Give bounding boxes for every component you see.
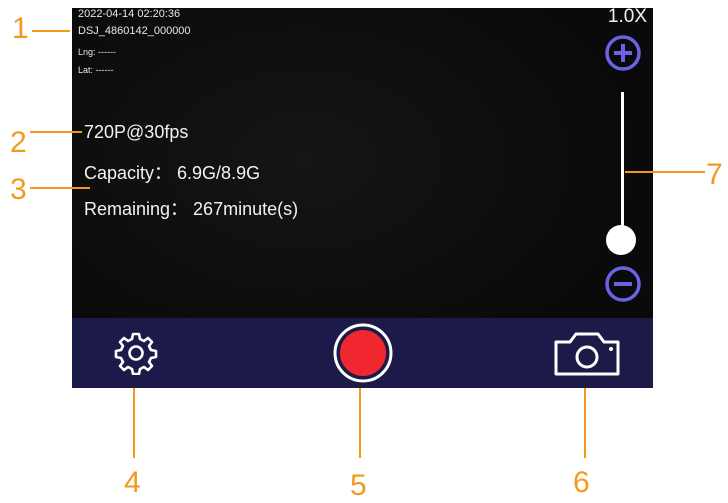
callout-7-line bbox=[625, 171, 705, 173]
callout-1-number: 1 bbox=[12, 12, 29, 45]
callout-2-number: 2 bbox=[10, 126, 27, 159]
callout-7-number: 7 bbox=[706, 158, 723, 191]
callout-1-line bbox=[32, 30, 70, 32]
zoom-slider-thumb[interactable] bbox=[606, 225, 636, 255]
latitude: Lat: ------ bbox=[78, 65, 114, 75]
callout-3-line bbox=[30, 187, 90, 189]
record-icon bbox=[333, 323, 393, 383]
camera-icon bbox=[554, 332, 620, 376]
snapshot-button[interactable] bbox=[546, 318, 628, 388]
callout-6-number: 6 bbox=[573, 466, 590, 499]
remaining-label: Remaining： 267minute(s) bbox=[84, 199, 299, 219]
gear-icon bbox=[114, 332, 158, 375]
settings-button[interactable] bbox=[100, 318, 172, 388]
device-id: DSJ_4860142_000000 bbox=[78, 25, 191, 37]
camera-screen: 2022-04-14 02:20:36 DSJ_4860142_000000 L… bbox=[72, 8, 653, 388]
callout-4-line bbox=[133, 388, 135, 458]
resolution-label: 720P@30fps bbox=[84, 122, 189, 142]
longitude: Lng: ------ bbox=[78, 47, 116, 57]
callout-3-number: 3 bbox=[10, 173, 27, 206]
bottom-toolbar bbox=[72, 318, 653, 388]
plus-icon bbox=[605, 35, 641, 71]
callout-2-line bbox=[30, 131, 82, 133]
callout-4-number: 4 bbox=[124, 466, 141, 499]
callout-6-line bbox=[584, 388, 586, 458]
callout-5-number: 5 bbox=[350, 469, 367, 502]
timestamp: 2022-04-14 02:20:36 bbox=[78, 8, 181, 20]
capacity-label: Capacity： 6.9G/8.9G bbox=[84, 163, 261, 183]
callout-5-line bbox=[359, 388, 361, 458]
zoom-in-button[interactable] bbox=[604, 34, 642, 72]
record-button[interactable] bbox=[326, 318, 400, 388]
zoom-out-button[interactable] bbox=[604, 265, 642, 303]
minus-icon bbox=[605, 266, 641, 302]
zoom-level-label: 1.0X bbox=[607, 8, 647, 27]
